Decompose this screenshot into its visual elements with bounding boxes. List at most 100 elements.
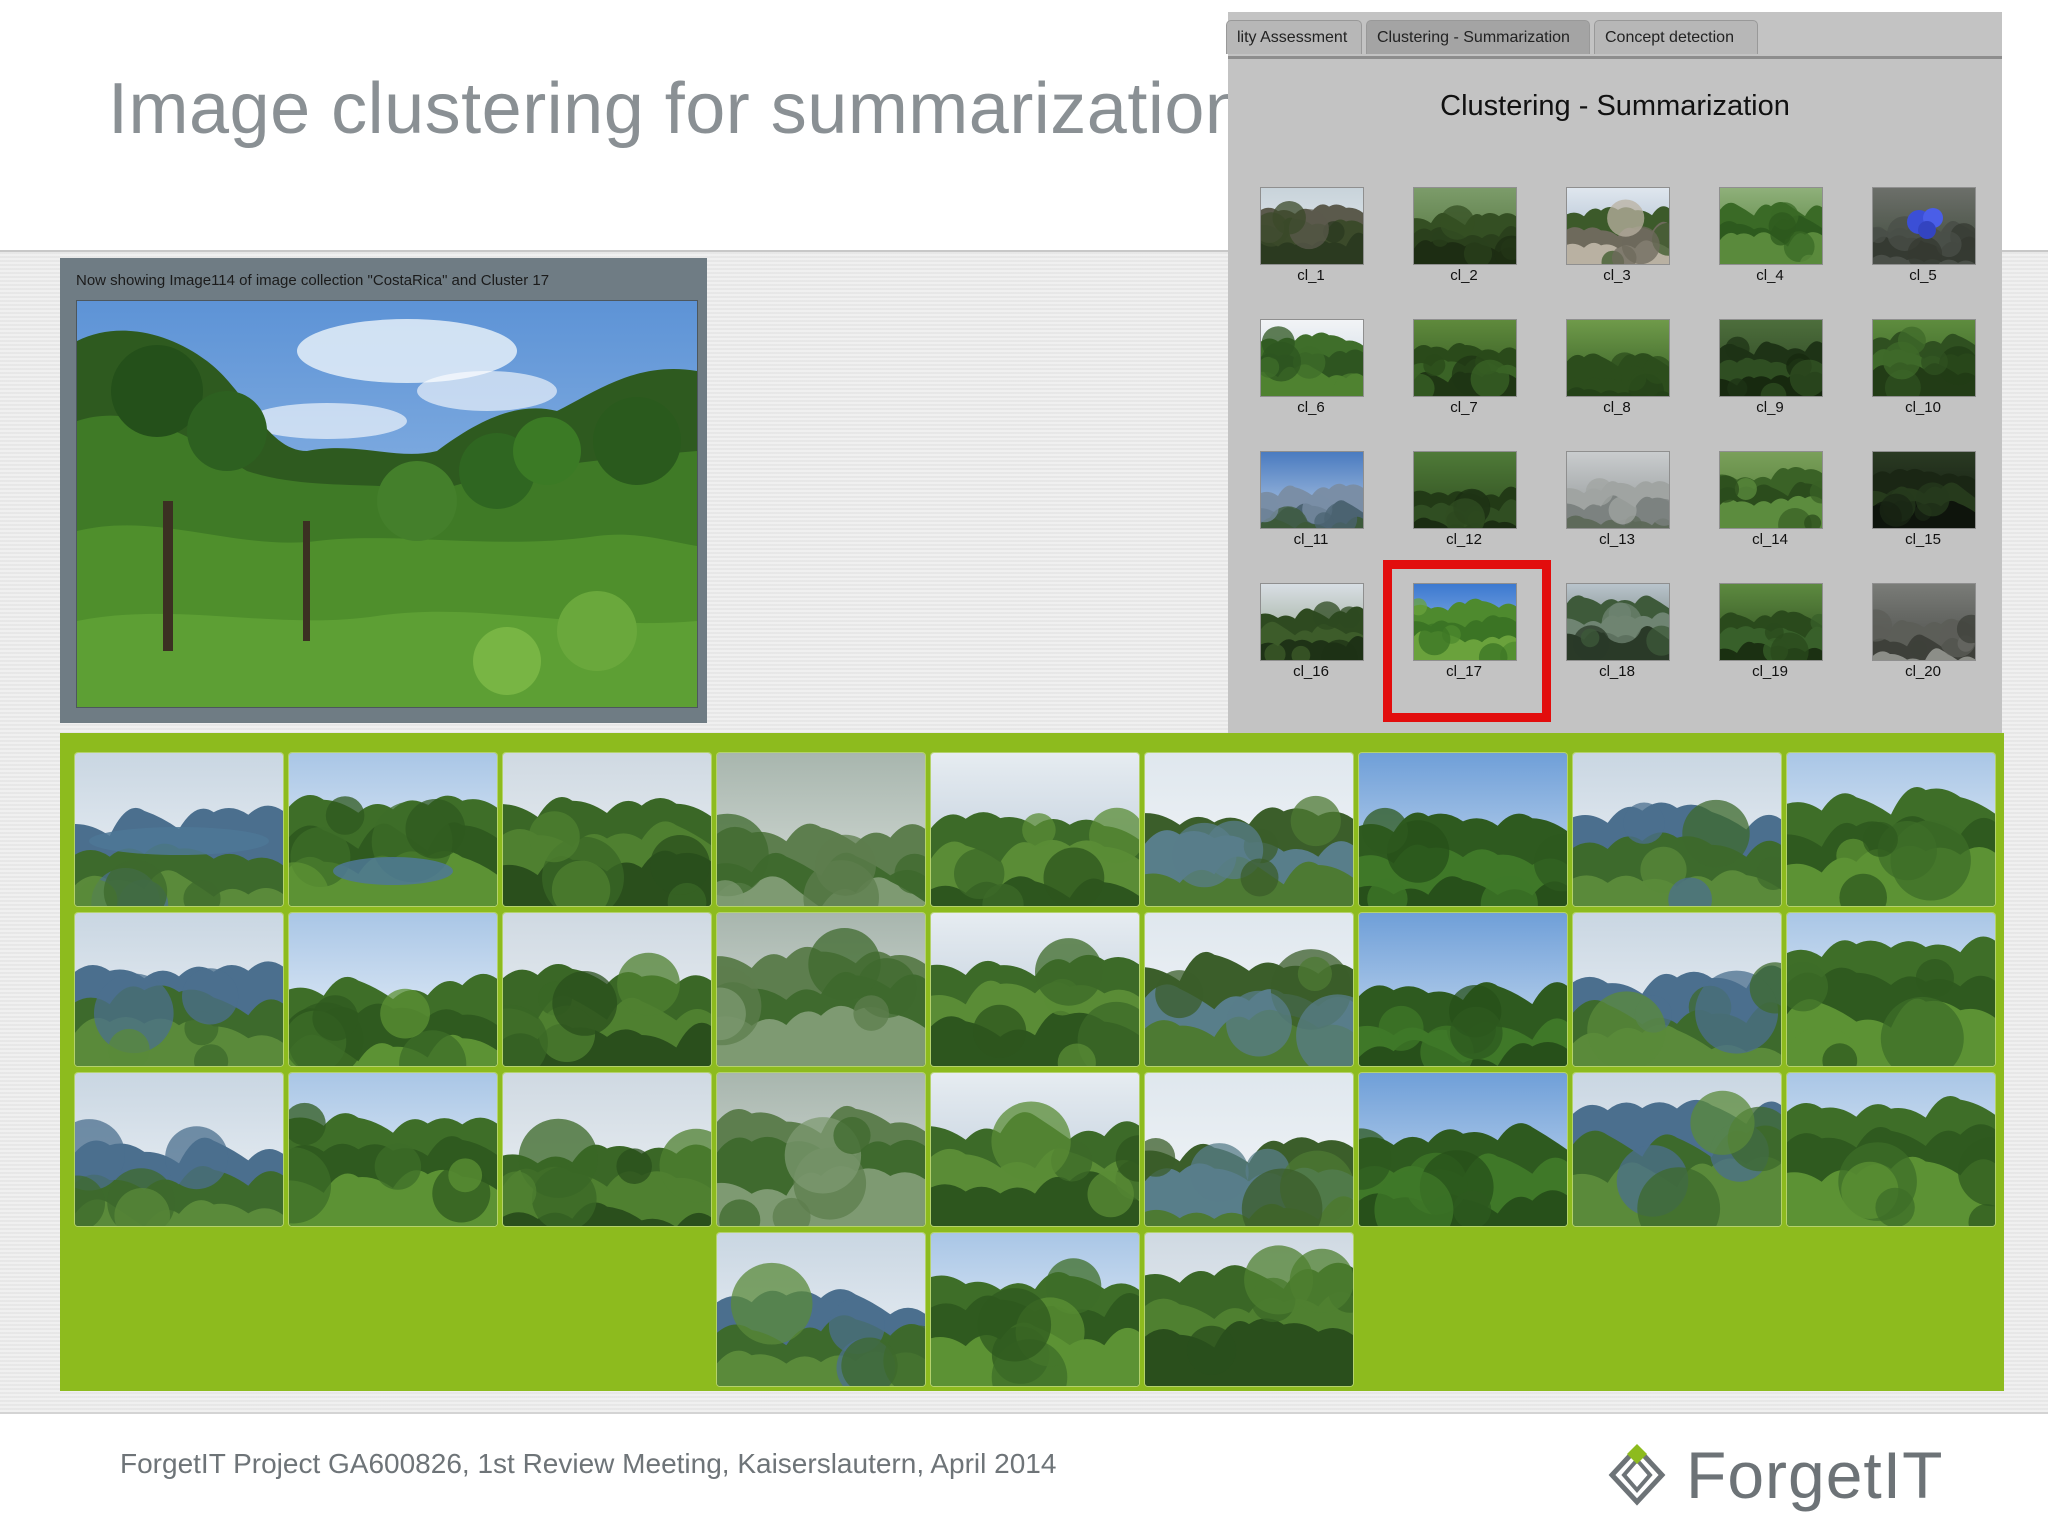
gallery-image[interactable] [289,1073,497,1226]
cluster-item-cl-11[interactable]: cl_11 [1254,451,1364,561]
cluster-label: cl_14 [1752,531,1788,548]
cluster-item-cl-14[interactable]: cl_14 [1713,451,1823,561]
cluster-label: cl_8 [1603,399,1631,416]
gallery-image[interactable] [1787,913,1995,1066]
cluster-item-cl-20[interactable]: cl_20 [1866,583,1976,693]
cluster-label: cl_13 [1599,531,1635,548]
cluster-item-cl-16[interactable]: cl_16 [1254,583,1364,693]
cluster-label: cl_7 [1450,399,1478,416]
gallery-image[interactable] [1145,753,1353,906]
gallery-image[interactable] [75,913,283,1066]
gallery-image[interactable] [1359,913,1567,1066]
logo-diamond-icon [1608,1444,1666,1506]
cluster-item-cl-9[interactable]: cl_9 [1713,319,1823,429]
gallery-image[interactable] [1145,1073,1353,1226]
logo-wordmark: ForgetIT [1686,1438,1944,1512]
cluster-label: cl_6 [1297,399,1325,416]
cluster-label: cl_2 [1450,267,1478,284]
gallery-image[interactable] [1787,1073,1995,1226]
gallery-image[interactable] [503,753,711,906]
cluster-item-cl-15[interactable]: cl_15 [1866,451,1976,561]
gallery-image[interactable] [1359,753,1567,906]
cluster-label: cl_9 [1756,399,1784,416]
cluster-label: cl_12 [1446,531,1482,548]
cluster-label: cl_5 [1909,267,1937,284]
gallery-image[interactable] [717,1073,925,1226]
cluster-label: cl_18 [1599,663,1635,680]
cluster-item-cl-12[interactable]: cl_12 [1407,451,1517,561]
cluster-thumbnail[interactable] [1413,451,1517,529]
forest-photo [77,301,697,707]
cluster-thumbnail[interactable] [1260,451,1364,529]
cluster-thumbnail[interactable] [1872,451,1976,529]
footer-text: ForgetIT Project GA600826, 1st Review Me… [120,1448,1057,1479]
gallery-image[interactable] [931,913,1139,1066]
forgetit-logo: ForgetIT [1604,1438,1944,1512]
cluster-item-cl-5[interactable]: cl_5 [1866,187,1976,297]
viewer-main-image [76,300,698,708]
gallery-image[interactable] [289,913,497,1066]
cluster-item-cl-13[interactable]: cl_13 [1560,451,1670,561]
cluster-thumbnail[interactable] [1872,187,1976,265]
cluster-thumbnail[interactable] [1413,319,1517,397]
cluster-thumbnail[interactable] [1260,319,1364,397]
slide-title: Image clustering for summarization [108,69,1246,149]
cluster-label: cl_10 [1905,399,1941,416]
viewer-caption: Now showing Image114 of image collection… [76,272,550,289]
gallery-image[interactable] [75,1073,283,1226]
gallery-image[interactable] [1787,753,1995,906]
cluster-label: cl_15 [1905,531,1941,548]
cluster-label: cl_11 [1293,531,1329,548]
cluster-thumbnail[interactable] [1260,187,1364,265]
gallery-image[interactable] [1573,1073,1781,1226]
cluster-thumbnail[interactable] [1872,319,1976,397]
cluster-thumbnail[interactable] [1566,187,1670,265]
gallery-image[interactable] [503,913,711,1066]
gallery-image[interactable] [717,913,925,1066]
cluster-thumbnail[interactable] [1413,187,1517,265]
cluster-item-cl-18[interactable]: cl_18 [1560,583,1670,693]
cluster-thumbnail[interactable] [1719,187,1823,265]
cluster-item-cl-7[interactable]: cl_7 [1407,319,1517,429]
gallery-image[interactable] [75,753,283,906]
cluster-item-cl-1[interactable]: cl_1 [1254,187,1364,297]
gallery-image[interactable] [1573,753,1781,906]
cluster-thumbnail[interactable] [1719,583,1823,661]
cluster-item-cl-2[interactable]: cl_2 [1407,187,1517,297]
cluster-thumbnail[interactable] [1260,583,1364,661]
cluster-label: cl_19 [1752,663,1788,680]
cluster-thumbnail[interactable] [1719,319,1823,397]
gallery-image[interactable] [717,1233,925,1386]
cluster-panel: lity Assessment Clustering - Summarizati… [1226,12,2002,734]
gallery-image[interactable] [931,1233,1139,1386]
gallery-image[interactable] [1573,913,1781,1066]
gallery-image[interactable] [931,1073,1139,1226]
cluster-thumbnail[interactable] [1566,451,1670,529]
cluster-image-gallery [60,733,2004,1391]
cluster-item-cl-3[interactable]: cl_3 [1560,187,1670,297]
gallery-image[interactable] [717,753,925,906]
cluster-item-cl-8[interactable]: cl_8 [1560,319,1670,429]
selected-cluster-highlight [1383,560,1551,722]
gallery-image[interactable] [503,1073,711,1226]
cluster-thumbnail[interactable] [1566,319,1670,397]
cluster-thumbnail[interactable] [1719,451,1823,529]
cluster-item-cl-4[interactable]: cl_4 [1713,187,1823,297]
gallery-image[interactable] [1145,913,1353,1066]
image-viewer: Now showing Image114 of image collection… [60,258,707,723]
cluster-label: cl_20 [1905,663,1941,680]
cluster-item-cl-10[interactable]: cl_10 [1866,319,1976,429]
cluster-label: cl_1 [1297,267,1325,284]
cluster-item-cl-19[interactable]: cl_19 [1713,583,1823,693]
cluster-grid: cl_1 cl_2 cl_3 cl_4 cl_5 cl_6 cl_7 cl_8 cl_9 cl_1… [1228,12,2002,734]
cluster-thumbnail[interactable] [1872,583,1976,661]
cluster-label: cl_16 [1293,663,1329,680]
cluster-label: cl_4 [1756,267,1784,284]
cluster-label: cl_3 [1603,267,1631,284]
cluster-item-cl-6[interactable]: cl_6 [1254,319,1364,429]
gallery-image[interactable] [1359,1073,1567,1226]
gallery-image[interactable] [1145,1233,1353,1386]
gallery-image[interactable] [931,753,1139,906]
cluster-thumbnail[interactable] [1566,583,1670,661]
gallery-image[interactable] [289,753,497,906]
